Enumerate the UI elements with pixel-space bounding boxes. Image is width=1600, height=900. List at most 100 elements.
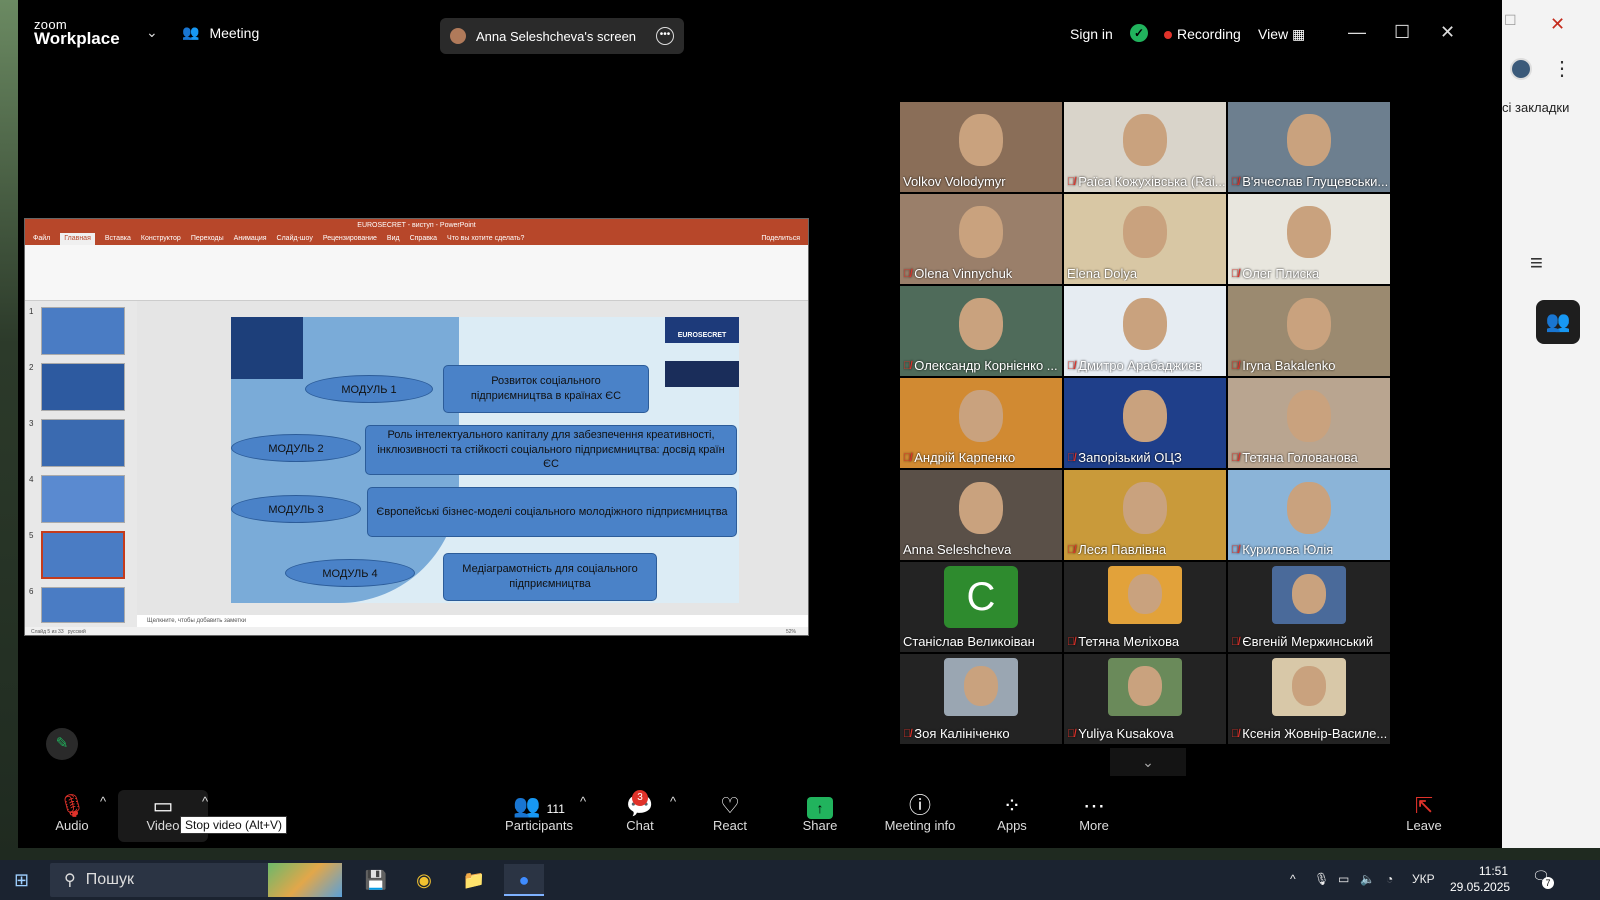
- participant-name-text: Курилова Юлія: [1242, 542, 1334, 557]
- language-indicator[interactable]: УКР: [1412, 872, 1435, 886]
- more-options-icon[interactable]: •••: [656, 27, 674, 45]
- notifications-icon[interactable]: 🗨 7: [1532, 868, 1554, 889]
- more-button[interactable]: ⋯ More: [1074, 794, 1114, 834]
- search-icon: ⚲: [64, 872, 76, 889]
- eurosecret-banner: EUROSECRET: [665, 317, 739, 343]
- windows-start-icon[interactable]: ⊞: [14, 870, 29, 891]
- volume-icon[interactable]: 🔈: [1360, 872, 1375, 886]
- participant-tile[interactable]: 🎙̸ Андрій Карпенко: [900, 378, 1062, 468]
- taskbar-search[interactable]: ⚲ Пошук: [50, 863, 342, 897]
- wifi-icon[interactable]: ◔: [1386, 872, 1393, 886]
- notification-count: 7: [1542, 877, 1554, 889]
- microphone-tray-icon[interactable]: 🎙: [1314, 872, 1329, 886]
- ppt-ribbon-tabs: Файл Главная Вставка Конструктор Переходы Ани…: [25, 233, 808, 245]
- participant-tile[interactable]: 🎙̸ Тетяна Голованова: [1228, 378, 1390, 468]
- ppt-tab: Справка: [409, 235, 438, 242]
- slide-thumb: [41, 307, 125, 355]
- participants-count: 111: [546, 802, 565, 816]
- react-button[interactable]: ♡ React: [706, 794, 754, 834]
- participants-caret-icon[interactable]: ^: [580, 794, 586, 809]
- participant-tile[interactable]: C Станіслав Великоіван: [900, 562, 1062, 652]
- participant-photo: [1108, 658, 1182, 716]
- slide-thumbnails: 1 2 3 4 5 6: [25, 301, 137, 627]
- zoom-taskbar-icon[interactable]: ●: [504, 864, 544, 896]
- participant-tile[interactable]: Anna Seleshcheva: [900, 470, 1062, 560]
- participant-tile[interactable]: Volkov Volodymyr: [900, 102, 1062, 192]
- share-button[interactable]: ↑ Share: [798, 794, 842, 833]
- system-clock[interactable]: 11:51 29.05.2025: [1450, 863, 1510, 895]
- annotate-pencil-icon[interactable]: ✎: [46, 728, 78, 760]
- minimize-icon[interactable]: —: [1348, 22, 1366, 43]
- battery-icon[interactable]: ▭: [1338, 872, 1349, 886]
- participant-tile[interactable]: 🎙̸ Олександр Корнієнко ...: [900, 286, 1062, 376]
- participant-name-text: Тетяна Голованова: [1242, 450, 1358, 465]
- apps-button[interactable]: ⁘ Apps: [992, 794, 1032, 834]
- sign-in-link[interactable]: Sign in: [1070, 26, 1113, 42]
- browser-profile-avatar[interactable]: [1510, 58, 1532, 80]
- participant-tile[interactable]: 🎙̸ Тетяна Меліхова: [1064, 562, 1226, 652]
- participant-name: 🎙̸ Олександр Корнієнко ...: [903, 358, 1058, 373]
- participant-tile[interactable]: 🎙̸ Olena Vinnychuk: [900, 194, 1062, 284]
- participants-button[interactable]: 👥 111 Participants: [494, 794, 584, 834]
- sharer-avatar: [450, 28, 466, 44]
- participant-name: 🎙̸ Ксенія Жовнір-Василе...: [1231, 726, 1387, 741]
- participant-name-text: Леся Павлівна: [1078, 542, 1167, 557]
- participant-name-text: Yuliya Kusakova: [1078, 726, 1174, 741]
- tray-chevron-icon[interactable]: ^: [1290, 872, 1296, 886]
- participant-tile[interactable]: 🎙̸ Курилова Юлія: [1228, 470, 1390, 560]
- participant-tile[interactable]: 🎙̸ В'ячеслав Глущевськи...: [1228, 102, 1390, 192]
- chevron-down-icon[interactable]: ⌄: [146, 24, 158, 41]
- thumb-number: 1: [29, 307, 34, 316]
- maximize-icon[interactable]: ☐: [1394, 22, 1410, 43]
- muted-mic-icon: 🎙̸: [1231, 267, 1240, 280]
- participant-tile[interactable]: 🎙̸ Олег Плиска: [1228, 194, 1390, 284]
- participant-tile[interactable]: 🎙̸ Ксенія Жовнір-Василе...: [1228, 654, 1390, 744]
- file-explorer-icon[interactable]: 📁: [454, 864, 494, 896]
- participant-tile[interactable]: 🎙̸ Зоя Калініченко: [900, 654, 1062, 744]
- more-label: More: [1079, 818, 1109, 833]
- ppt-tab: Главная: [60, 233, 95, 245]
- participant-tile[interactable]: 🎙̸ Леся Павлівна: [1064, 470, 1226, 560]
- participant-name: 🎙̸ Курилова Юлія: [1231, 542, 1333, 557]
- chat-button[interactable]: 💬3 Chat: [620, 790, 660, 833]
- gallery-scroll-down-icon[interactable]: ⌄: [1110, 748, 1186, 776]
- encryption-shield-icon[interactable]: ✓: [1130, 24, 1148, 42]
- audio-options-caret-icon[interactable]: ^: [100, 794, 106, 809]
- participant-tile[interactable]: Elena Dolya: [1064, 194, 1226, 284]
- chat-caret-icon[interactable]: ^: [670, 794, 676, 809]
- module-1-box: Розвиток соціального підприємництва в кр…: [443, 365, 649, 413]
- ppt-share-button: Поделиться: [761, 235, 800, 242]
- hamburger-icon[interactable]: ≡: [1530, 250, 1556, 276]
- muted-mic-icon: 🎙̸: [1231, 543, 1240, 556]
- view-button[interactable]: View ▦: [1258, 26, 1305, 43]
- participant-tile[interactable]: 🎙̸ Євгеній Мержинський: [1228, 562, 1390, 652]
- leave-button[interactable]: ⇱ Leave: [1404, 794, 1444, 834]
- muted-mic-icon: 🎙̸: [903, 727, 912, 740]
- thumb-number: 4: [29, 475, 34, 484]
- participant-tile[interactable]: 🎙̸ Iryna Bakalenko: [1228, 286, 1390, 376]
- recording-indicator[interactable]: Recording: [1164, 26, 1241, 42]
- bookmarks-label[interactable]: сі закладки: [1502, 100, 1569, 115]
- participant-name: Elena Dolya: [1067, 266, 1137, 281]
- participant-tile[interactable]: 🎙̸ Yuliya Kusakova: [1064, 654, 1226, 744]
- people-panel-icon[interactable]: 👥: [1536, 300, 1580, 344]
- participant-tile[interactable]: 🎙̸ Раїса Кожухівська (Rai...: [1064, 102, 1226, 192]
- meeting-menu[interactable]: 👥 Meeting: [182, 24, 259, 41]
- participant-name-text: Olena Vinnychuk: [914, 266, 1013, 281]
- share-screen-pill[interactable]: Anna Seleshcheva's screen •••: [440, 18, 684, 54]
- chrome-icon[interactable]: ◉: [404, 864, 444, 896]
- browser-close-icon[interactable]: ✕: [1550, 14, 1565, 35]
- video-options-caret-icon[interactable]: ^: [202, 794, 208, 809]
- recording-label: Recording: [1177, 26, 1241, 42]
- muted-mic-icon: 🎙̸: [1231, 635, 1240, 648]
- audio-button[interactable]: 🎙 Audio: [52, 794, 92, 834]
- participant-name-text: Volkov Volodymyr: [903, 174, 1006, 189]
- browser-menu-icon[interactable]: ⋮: [1552, 56, 1572, 81]
- save-app-icon[interactable]: 💾: [356, 864, 396, 896]
- muted-mic-icon: 🎙̸: [1067, 635, 1076, 648]
- module-2-label: МОДУЛЬ 2: [231, 434, 361, 462]
- meeting-info-button[interactable]: ⓘ Meeting info: [876, 794, 964, 834]
- close-icon[interactable]: ✕: [1440, 22, 1455, 43]
- participant-tile[interactable]: 🎙̸ Дмитро Арабаджиєв: [1064, 286, 1226, 376]
- participant-tile[interactable]: 🎙̸ Запорізький ОЦЗ: [1064, 378, 1226, 468]
